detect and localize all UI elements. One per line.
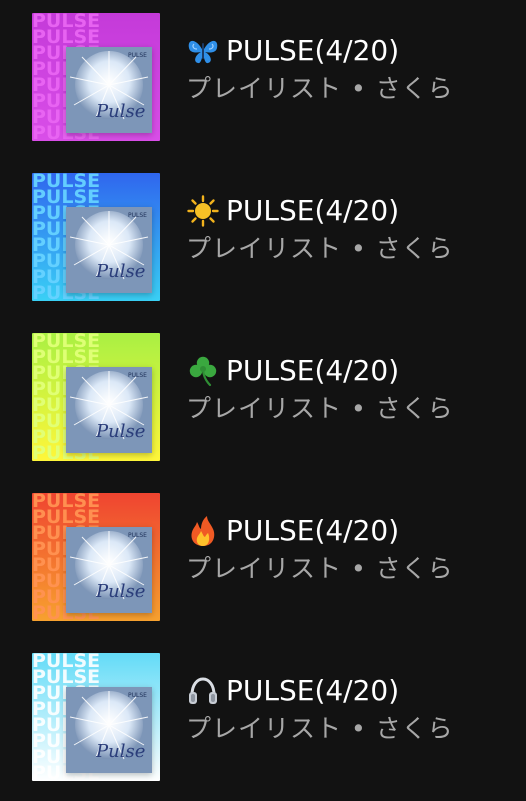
playlist-row[interactable]: PULSE PULSE PULSE PULSE PULSE PULSE PULS… <box>0 461 526 621</box>
playlist-text: PULSE(4/20) プレイリスト • さくら <box>186 513 516 585</box>
playlist-subtitle: プレイリスト • さくら <box>186 234 454 263</box>
playlist-title[interactable]: PULSE(4/20) <box>186 673 516 709</box>
album-art: PULSE Pulse <box>66 207 152 293</box>
playlist-subtitle: プレイリスト • さくら <box>186 394 454 423</box>
playlist-text: PULSE(4/20) プレイリスト • さくら <box>186 353 516 425</box>
playlist-text: PULSE(4/20) プレイリスト • さくら <box>186 193 516 265</box>
playlist-cover: PULSE PULSE PULSE PULSE PULSE PULSE PULS… <box>32 173 160 301</box>
playlist-subtitle: プレイリスト • さくら <box>186 74 454 103</box>
album-art-label: PULSE <box>128 372 147 379</box>
fire-icon <box>186 515 226 547</box>
album-art-label: PULSE <box>128 212 147 219</box>
playlist-list: PULSE PULSE PULSE PULSE PULSE PULSE PULS… <box>0 0 526 801</box>
playlist-title[interactable]: PULSE(4/20) <box>186 33 516 69</box>
playlist-row[interactable]: PULSE PULSE PULSE PULSE PULSE PULSE PULS… <box>0 301 526 461</box>
album-art-script: Pulse <box>95 261 145 282</box>
playlist-text: PULSE(4/20) プレイリスト • さくら <box>186 33 516 105</box>
album-art-script: Pulse <box>95 741 145 762</box>
album-art: PULSE Pulse <box>66 687 152 773</box>
playlist-cover: PULSE PULSE PULSE PULSE PULSE PULSE PULS… <box>32 333 160 461</box>
playlist-cover: PULSE PULSE PULSE PULSE PULSE PULSE PULS… <box>32 493 160 621</box>
shamrock-icon <box>186 355 226 387</box>
headphones-icon <box>186 675 226 707</box>
album-art-label: PULSE <box>128 692 147 699</box>
playlist-row[interactable]: PULSE PULSE PULSE PULSE PULSE PULSE PULS… <box>0 141 526 301</box>
playlist-subtitle: プレイリスト • さくら <box>186 714 454 743</box>
album-art-label: PULSE <box>128 52 147 59</box>
album-art: PULSE Pulse <box>66 527 152 613</box>
playlist-title[interactable]: PULSE(4/20) <box>186 193 516 229</box>
playlist-cover: PULSE PULSE PULSE PULSE PULSE PULSE PULS… <box>32 13 160 141</box>
album-art-label: PULSE <box>128 532 147 539</box>
album-art-script: Pulse <box>95 581 145 602</box>
playlist-title[interactable]: PULSE(4/20) <box>186 353 516 389</box>
album-art: PULSE Pulse <box>66 47 152 133</box>
album-art-script: Pulse <box>95 101 145 122</box>
butterfly-icon <box>186 35 226 67</box>
playlist-row[interactable]: PULSE PULSE PULSE PULSE PULSE PULSE PULS… <box>0 621 526 781</box>
playlist-subtitle: プレイリスト • さくら <box>186 554 454 583</box>
playlist-cover: PULSE PULSE PULSE PULSE PULSE PULSE PULS… <box>32 653 160 781</box>
album-art: PULSE Pulse <box>66 367 152 453</box>
sun-icon <box>186 195 226 227</box>
playlist-row[interactable]: PULSE PULSE PULSE PULSE PULSE PULSE PULS… <box>0 0 526 141</box>
playlist-title[interactable]: PULSE(4/20) <box>186 513 516 549</box>
playlist-text: PULSE(4/20) プレイリスト • さくら <box>186 673 516 745</box>
album-art-script: Pulse <box>95 421 145 442</box>
